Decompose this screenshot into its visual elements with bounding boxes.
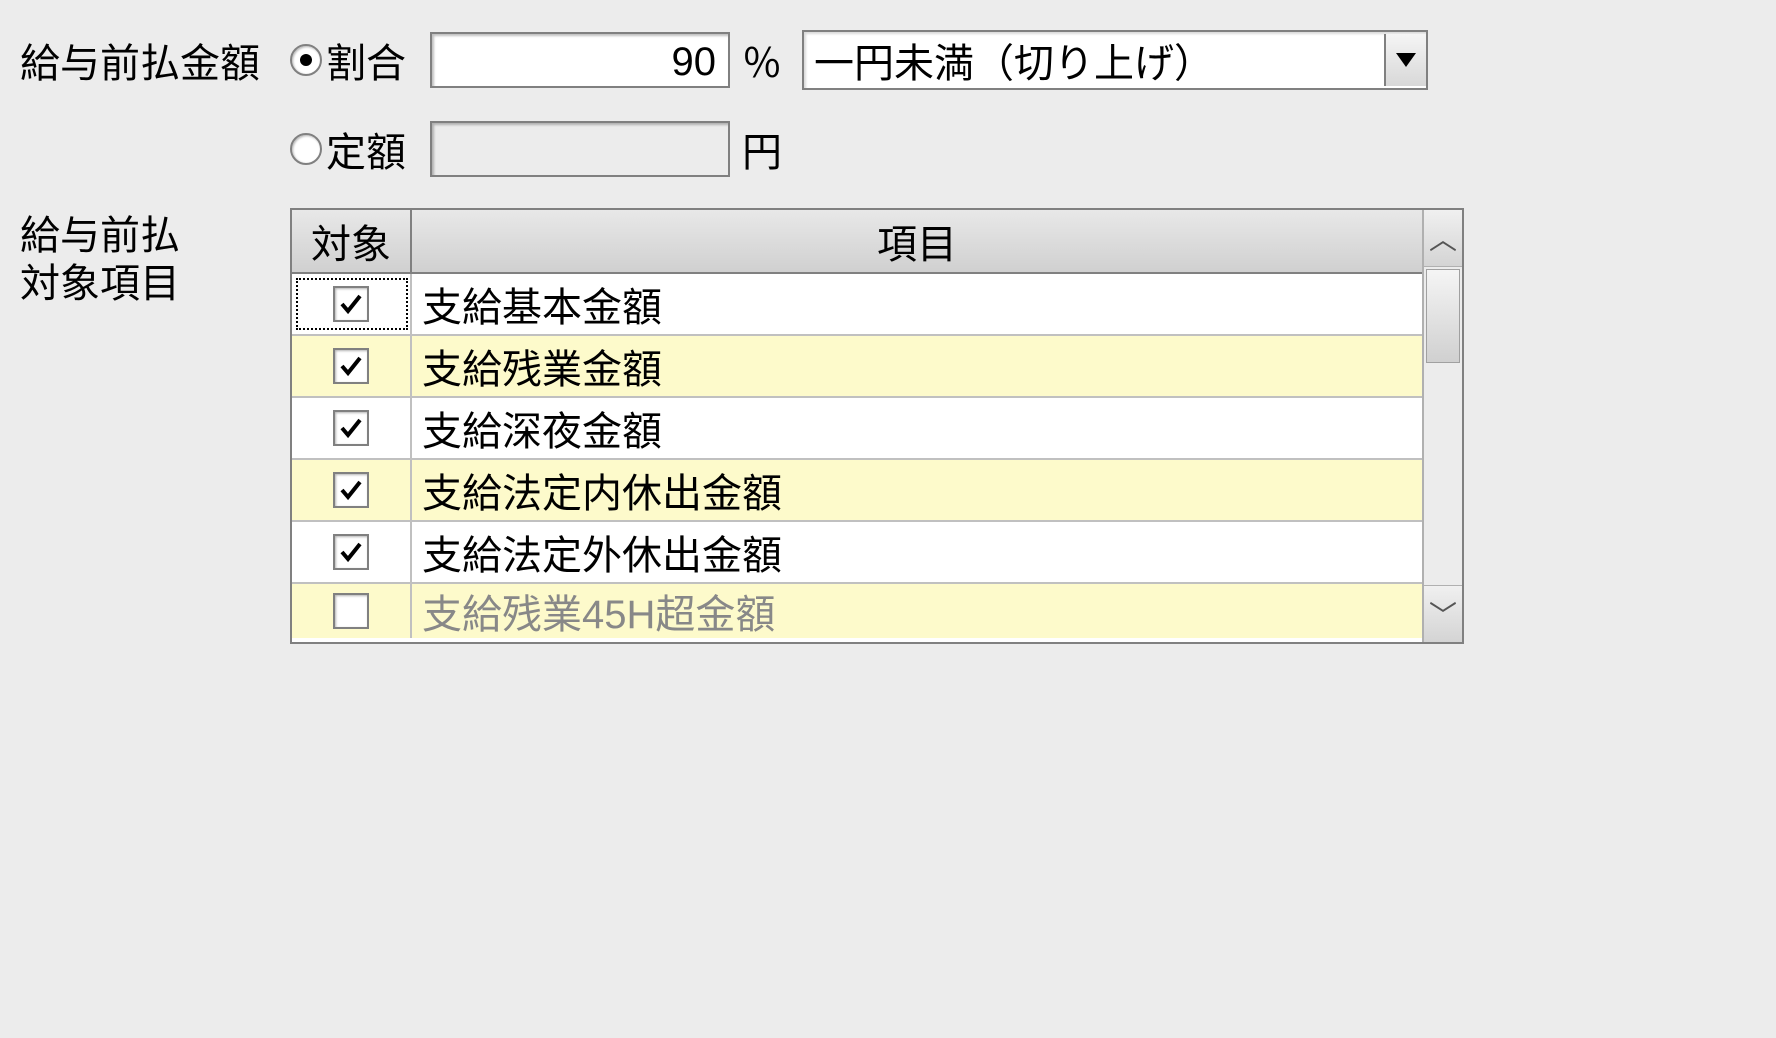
scroll-down-button[interactable]: ﹀ (1424, 585, 1462, 642)
vertical-scrollbar[interactable]: ︿ ﹀ (1422, 210, 1462, 642)
table-side-label-line1: 給与前払 (20, 212, 290, 260)
percent-unit: ％ (742, 31, 782, 89)
checkbox[interactable] (333, 534, 369, 570)
check-icon (339, 540, 363, 564)
grid-body: 支給基本金額 支給残業金額 (292, 274, 1422, 642)
checkbox[interactable] (333, 286, 369, 322)
main-label: 給与前払金額 (20, 31, 290, 89)
radio-dot-icon (300, 54, 312, 66)
checkbox[interactable] (333, 472, 369, 508)
row-fixed: 定額 円 (20, 120, 1756, 178)
row-item-label: 支給基本金額 (412, 274, 1422, 334)
radio-fixed[interactable] (290, 133, 322, 165)
table-side-label: 給与前払 対象項目 (20, 208, 290, 308)
percent-input[interactable]: 90 (430, 32, 730, 88)
check-icon (339, 354, 363, 378)
row-checkbox-cell[interactable] (292, 460, 412, 520)
rounding-dropdown[interactable]: 一円未満（切り上げ） (802, 30, 1428, 90)
header-target[interactable]: 対象 (292, 210, 412, 272)
radio-percent-label: 割合 (326, 31, 406, 89)
grid-header: 対象 項目 (292, 210, 1422, 274)
table-row: 支給法定外休出金額 (292, 522, 1422, 584)
radio-percent[interactable] (290, 44, 322, 76)
table-side-label-line2: 対象項目 (20, 260, 290, 308)
check-icon (339, 292, 363, 316)
chevron-down-icon (1396, 53, 1416, 67)
check-icon (339, 478, 363, 502)
row-checkbox-cell[interactable] (292, 522, 412, 582)
scroll-track[interactable] (1424, 267, 1462, 585)
row-percent: 給与前払金額 割合 90 ％ 一円未満（切り上げ） (20, 30, 1756, 90)
rounding-dropdown-text: 一円未満（切り上げ） (814, 31, 1384, 89)
grid: 対象 項目 支給基本金額 (290, 208, 1464, 644)
row-checkbox-cell[interactable] (292, 336, 412, 396)
row-item-label: 支給残業金額 (412, 336, 1422, 396)
row-item-label: 支給法定外休出金額 (412, 522, 1422, 582)
fixed-unit: 円 (742, 120, 782, 178)
header-item[interactable]: 項目 (412, 210, 1422, 272)
table-row: 支給基本金額 (292, 274, 1422, 336)
check-icon (339, 416, 363, 440)
radio-fixed-label: 定額 (326, 120, 406, 178)
table-row: 支給法定内休出金額 (292, 460, 1422, 522)
checkbox[interactable] (333, 410, 369, 446)
table-row: 支給残業金額 (292, 336, 1422, 398)
row-item-label: 支給残業45H超金額 (412, 584, 1422, 638)
row-checkbox-cell[interactable] (292, 584, 412, 638)
dropdown-button[interactable] (1384, 34, 1426, 86)
table-row: 支給残業45H超金額 (292, 584, 1422, 638)
fixed-input[interactable] (430, 121, 730, 177)
scroll-thumb[interactable] (1426, 269, 1460, 363)
checkbox[interactable] (333, 348, 369, 384)
table-section: 給与前払 対象項目 対象 項目 支給基本金額 (20, 208, 1756, 644)
row-checkbox-cell[interactable] (292, 398, 412, 458)
row-item-label: 支給法定内休出金額 (412, 460, 1422, 520)
scroll-up-button[interactable]: ︿ (1424, 210, 1462, 267)
checkbox[interactable] (333, 593, 369, 629)
row-checkbox-cell[interactable] (292, 274, 412, 334)
table-row: 支給深夜金額 (292, 398, 1422, 460)
row-item-label: 支給深夜金額 (412, 398, 1422, 458)
